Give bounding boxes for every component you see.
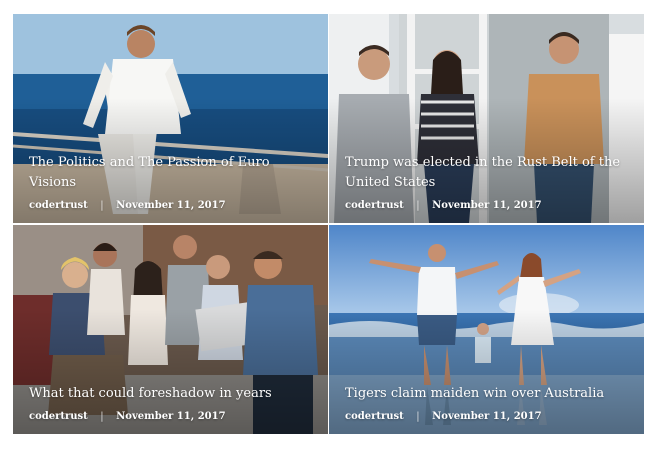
post-date-link[interactable]: November 11, 2017 xyxy=(432,200,541,211)
post-author-link[interactable]: codertrust xyxy=(29,200,88,211)
meta-separator: | xyxy=(100,411,104,422)
post-title-link[interactable]: The Politics and The Passion of Euro Vis… xyxy=(29,153,314,193)
post-caption: The Politics and The Passion of Euro Vis… xyxy=(29,153,314,211)
post-author-link[interactable]: codertrust xyxy=(29,411,88,422)
post-title-link[interactable]: What that could foreshadow in years xyxy=(29,384,314,404)
post-card[interactable]: Trump was elected in the Rust Belt of th… xyxy=(329,14,644,223)
post-card[interactable]: Tigers claim maiden win over Australia c… xyxy=(329,225,644,434)
post-meta: codertrust | November 11, 2017 xyxy=(345,200,630,211)
post-caption: Trump was elected in the Rust Belt of th… xyxy=(345,153,630,211)
post-title-link[interactable]: Trump was elected in the Rust Belt of th… xyxy=(345,153,630,193)
post-title-link[interactable]: Tigers claim maiden win over Australia xyxy=(345,384,630,404)
post-author-link[interactable]: codertrust xyxy=(345,200,404,211)
post-grid: The Politics and The Passion of Euro Vis… xyxy=(13,14,644,434)
meta-separator: | xyxy=(100,200,104,211)
post-author-link[interactable]: codertrust xyxy=(345,411,404,422)
post-meta: codertrust | November 11, 2017 xyxy=(345,411,630,422)
post-date-link[interactable]: November 11, 2017 xyxy=(116,411,225,422)
post-caption: What that could foreshadow in years code… xyxy=(29,384,314,422)
meta-separator: | xyxy=(416,200,420,211)
post-meta: codertrust | November 11, 2017 xyxy=(29,411,314,422)
post-meta: codertrust | November 11, 2017 xyxy=(29,200,314,211)
post-date-link[interactable]: November 11, 2017 xyxy=(432,411,541,422)
meta-separator: | xyxy=(416,411,420,422)
post-date-link[interactable]: November 11, 2017 xyxy=(116,200,225,211)
post-caption: Tigers claim maiden win over Australia c… xyxy=(345,384,630,422)
post-card[interactable]: What that could foreshadow in years code… xyxy=(13,225,328,434)
post-card[interactable]: The Politics and The Passion of Euro Vis… xyxy=(13,14,328,223)
